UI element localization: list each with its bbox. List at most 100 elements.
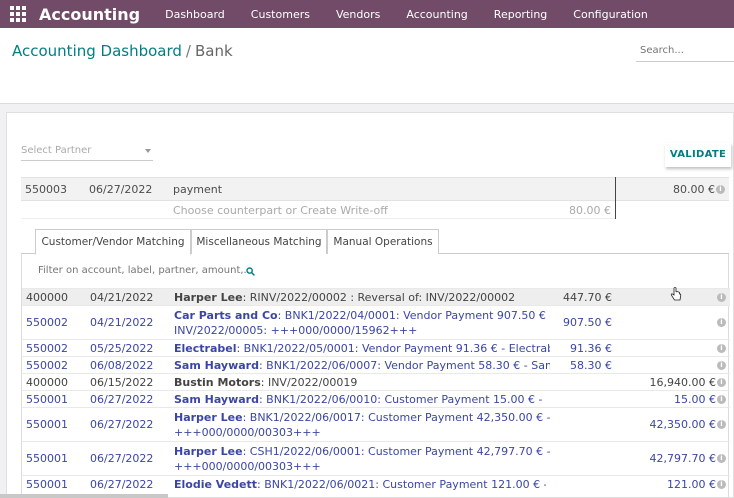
statement-line[interactable]: 550003 06/27/2022 payment 80.00 € i bbox=[21, 177, 729, 201]
row-label: Bustin Motors: INV/2022/00019 bbox=[174, 375, 550, 390]
control-panel: Accounting Dashboard / Bank bbox=[0, 28, 734, 104]
top-navbar: Accounting Dashboard Customers Vendors A… bbox=[0, 0, 734, 28]
row-date: 06/27/2022 bbox=[90, 393, 154, 406]
row-date: 06/27/2022 bbox=[90, 452, 154, 465]
horizontal-scrollbar[interactable] bbox=[0, 494, 168, 498]
row-partner: Car Parts and Co bbox=[174, 309, 278, 322]
table-row[interactable]: 550001 06/27/2022 Sam Hayward: BNK1/2022… bbox=[22, 390, 730, 407]
table-row[interactable]: 550002 05/25/2022 Electrabel: BNK1/2022/… bbox=[22, 339, 730, 356]
info-icon[interactable]: i bbox=[717, 344, 726, 353]
reconciliation-sheet: Select Partner VALIDATE 550003 06/27/202… bbox=[6, 112, 734, 498]
table-row[interactable]: 550002 06/08/2022 Sam Hayward: BNK1/2022… bbox=[22, 356, 730, 373]
row-label: Elodie Vedett: BNK1/2022/06/0021: Custom… bbox=[174, 477, 546, 492]
row-label: Sam Hayward: BNK1/2022/06/0010: Customer… bbox=[174, 392, 546, 407]
row-account: 550001 bbox=[26, 418, 68, 431]
row-label: Sam Hayward: BNK1/2022/06/0007: Vendor P… bbox=[174, 358, 550, 373]
nav-accounting[interactable]: Accounting bbox=[393, 8, 480, 21]
matching-panel: 400000 04/21/2022 Harper Lee: RINV/2022/… bbox=[21, 254, 730, 498]
table-row[interactable]: 400000 04/21/2022 Harper Lee: RINV/2022/… bbox=[22, 288, 730, 305]
row-label-text: : BNK1/2022/06/0021: Customer Payment 12… bbox=[257, 478, 546, 491]
row-date: 06/27/2022 bbox=[90, 478, 154, 491]
breadcrumb-parent-link[interactable]: Accounting Dashboard bbox=[12, 42, 182, 60]
tab-manual-operations[interactable]: Manual Operations bbox=[327, 229, 439, 254]
info-icon[interactable]: i bbox=[717, 480, 726, 489]
breadcrumb: Accounting Dashboard / Bank bbox=[12, 42, 233, 60]
info-icon[interactable]: i bbox=[717, 454, 726, 463]
row-label: Car Parts and Co: BNK1/2022/04/0001: Ven… bbox=[174, 308, 550, 338]
row-partner: Harper Lee bbox=[174, 411, 243, 424]
row-date: 06/08/2022 bbox=[90, 359, 154, 372]
info-icon[interactable]: i bbox=[717, 293, 726, 302]
row-debit: 907.50 € bbox=[563, 316, 612, 329]
row-label-line2: +++000/0000/00303+++ bbox=[174, 460, 321, 473]
counterpart-line[interactable]: Choose counterpart or Create Write-off 8… bbox=[21, 201, 615, 219]
table-row[interactable]: 400000 06/15/2022 Bustin Motors: INV/202… bbox=[22, 373, 730, 390]
row-label-text: : CSH1/2022/06/0001: Customer Payment 42… bbox=[242, 445, 550, 458]
nav-configuration[interactable]: Configuration bbox=[560, 8, 661, 21]
row-credit: 42,350.00 € bbox=[649, 418, 716, 431]
info-icon[interactable]: i bbox=[717, 420, 726, 429]
info-icon[interactable]: i bbox=[717, 378, 726, 387]
search-input[interactable] bbox=[636, 40, 734, 62]
table-row[interactable]: 550001 06/27/2022 Elodie Vedett: BNK1/20… bbox=[22, 475, 730, 492]
row-label: Harper Lee: BNK1/2022/06/0017: Customer … bbox=[174, 410, 550, 440]
table-row[interactable]: 550002 04/21/2022 Car Parts and Co: BNK1… bbox=[22, 305, 730, 339]
row-credit: 15.00 € bbox=[674, 393, 716, 406]
row-date: 04/21/2022 bbox=[90, 316, 154, 329]
nav-vendors[interactable]: Vendors bbox=[323, 8, 393, 21]
row-label: Harper Lee: CSH1/2022/06/0001: Customer … bbox=[174, 444, 550, 474]
filter-input[interactable] bbox=[38, 265, 254, 276]
row-label-text: : BNK1/2022/06/0017: Customer Payment 42… bbox=[242, 411, 550, 424]
row-partner: Harper Lee bbox=[174, 445, 243, 458]
row-label-text: : BNK1/2022/06/0007: Vendor Payment 58.3… bbox=[258, 359, 550, 372]
hand-cursor-icon bbox=[670, 287, 682, 301]
row-date: 06/15/2022 bbox=[90, 376, 154, 389]
row-label-line2: INV/2022/00005: +++000/0000/15962+++ bbox=[174, 324, 418, 337]
row-date: 06/27/2022 bbox=[90, 418, 154, 431]
breadcrumb-separator: / bbox=[185, 42, 191, 60]
table-row[interactable]: 550001 06/27/2022 Harper Lee: CSH1/2022/… bbox=[22, 441, 730, 475]
row-label: Electrabel: BNK1/2022/05/0001: Vendor Pa… bbox=[174, 341, 550, 356]
statement-amount: 80.00 € bbox=[673, 183, 715, 196]
info-icon[interactable]: i bbox=[717, 395, 726, 404]
nav-customers[interactable]: Customers bbox=[238, 8, 323, 21]
tab-customer-vendor-matching[interactable]: Customer/Vendor Matching bbox=[35, 229, 191, 255]
validate-button[interactable]: VALIDATE bbox=[665, 143, 731, 167]
row-credit: 121.00 € bbox=[667, 478, 716, 491]
table-row[interactable]: 550001 06/27/2022 Harper Lee: BNK1/2022/… bbox=[22, 407, 730, 441]
partner-select[interactable]: Select Partner bbox=[21, 145, 153, 161]
row-partner: Bustin Motors bbox=[174, 376, 261, 389]
info-icon[interactable]: i bbox=[717, 318, 726, 327]
matching-tabs: Customer/Vendor Matching Miscellaneous M… bbox=[21, 229, 729, 255]
row-account: 400000 bbox=[26, 291, 68, 304]
apps-grid-icon[interactable] bbox=[10, 6, 26, 22]
row-debit: 91.36 € bbox=[570, 342, 612, 355]
row-account: 550002 bbox=[26, 342, 68, 355]
row-account: 550001 bbox=[26, 478, 68, 491]
row-partner: Harper Lee bbox=[174, 291, 243, 304]
counterpart-amount: 80.00 € bbox=[569, 204, 611, 217]
row-account: 550001 bbox=[26, 393, 68, 406]
row-account: 550002 bbox=[26, 316, 68, 329]
row-label-text: : BNK1/2022/06/0010: Customer Payment 15… bbox=[258, 393, 546, 406]
row-label-text: : INV/2022/00019 bbox=[260, 376, 358, 389]
counterpart-hint: Choose counterpart or Create Write-off bbox=[173, 204, 388, 217]
app-brand[interactable]: Accounting bbox=[39, 5, 140, 24]
row-label-text: : BNK1/2022/05/0001: Vendor Payment 91.3… bbox=[236, 342, 550, 355]
info-icon[interactable]: i bbox=[716, 185, 725, 194]
nav-dashboard[interactable]: Dashboard bbox=[152, 8, 238, 21]
row-debit: 447.70 € bbox=[563, 291, 612, 304]
caret-down-icon bbox=[145, 149, 151, 153]
row-debit: 58.30 € bbox=[570, 359, 612, 372]
statement-ref: 550003 bbox=[25, 183, 67, 196]
nav-reporting[interactable]: Reporting bbox=[481, 8, 560, 21]
row-partner: Sam Hayward bbox=[174, 359, 259, 372]
row-label-line2: +++000/0000/00303+++ bbox=[174, 426, 321, 439]
row-credit: 42,797.70 € bbox=[649, 452, 716, 465]
search-icon[interactable] bbox=[246, 267, 255, 276]
row-partner: Sam Hayward bbox=[174, 393, 259, 406]
statement-date: 06/27/2022 bbox=[89, 183, 153, 196]
tab-miscellaneous-matching[interactable]: Miscellaneous Matching bbox=[191, 229, 327, 254]
partner-select-placeholder: Select Partner bbox=[21, 145, 92, 156]
info-icon[interactable]: i bbox=[717, 361, 726, 370]
